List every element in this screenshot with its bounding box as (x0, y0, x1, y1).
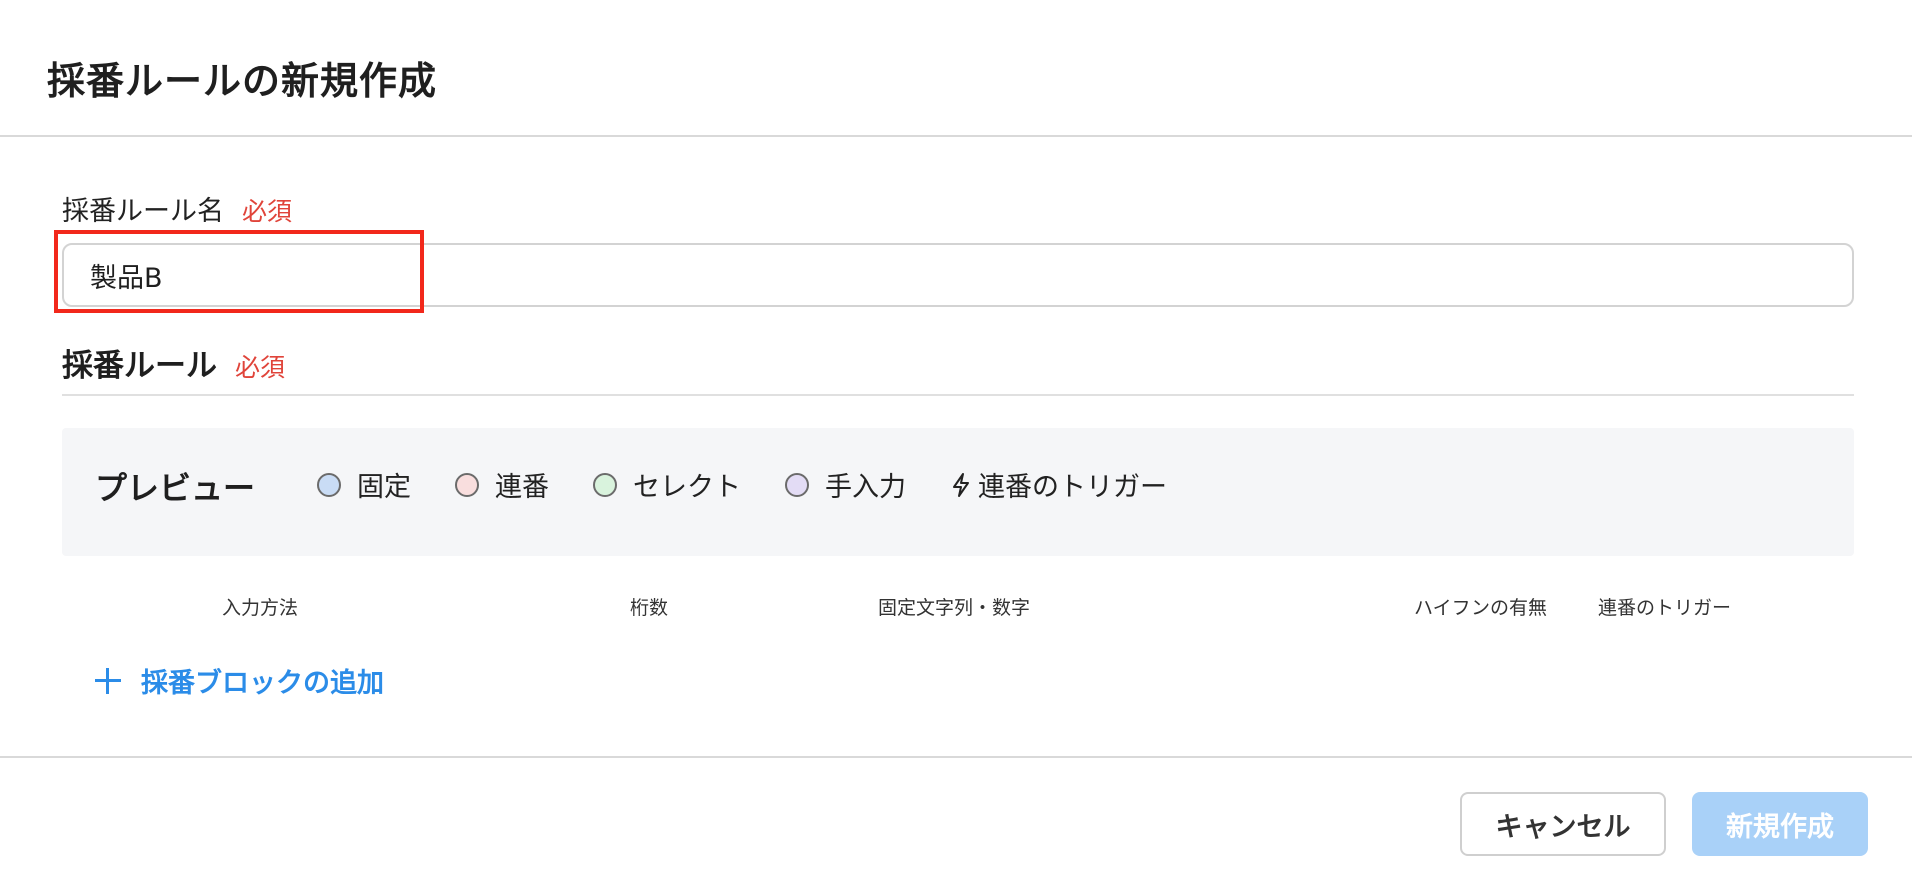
lightning-bolt-icon (953, 472, 969, 497)
dialog-footer: キャンセル 新規作成 (0, 756, 1912, 882)
rule-name-required-badge: 必須 (242, 197, 293, 226)
legend-item-manual: 手入力 (785, 465, 906, 504)
section-divider (62, 394, 1854, 396)
create-button[interactable]: 新規作成 (1692, 792, 1868, 856)
legend-item-sequence: 連番 (455, 465, 549, 504)
legend-label-manual: 手入力 (825, 472, 906, 503)
column-header-trigger: 連番のトリガー (1598, 597, 1732, 619)
dialog-header: 採番ルールの新規作成 (0, 0, 1912, 137)
legend-item-trigger: 連番のトリガー (950, 465, 1167, 504)
plus-icon (95, 667, 121, 694)
column-header-fixed-string: 固定文字列・数字 (878, 597, 1031, 619)
preview-legend: 固定 連番 セレクト 手入力 連番のトリガー (317, 465, 1211, 504)
legend-dot-manual (785, 472, 809, 497)
preview-title: プレビュー (95, 469, 256, 507)
rule-name-label-row: 採番ルール名 必須 (62, 189, 292, 228)
rule-create-dialog: 採番ルールの新規作成 採番ルール名 必須 採番ルール 必須 プレビュー 固定 連… (0, 0, 1912, 882)
rule-section-title: 採番ルール (62, 348, 217, 384)
legend-dot-sequence (455, 472, 479, 497)
rule-section-required-badge: 必須 (235, 353, 286, 382)
legend-label-trigger: 連番のトリガー (978, 472, 1167, 503)
column-header-hyphen: ハイフンの有無 (1414, 597, 1548, 619)
add-block-label: 採番ブロックの追加 (141, 668, 384, 699)
preview-panel: プレビュー 固定 連番 セレクト 手入力 連番のトリガー (62, 428, 1854, 556)
dialog-body: 採番ルール名 必須 採番ルール 必須 プレビュー 固定 連番 (0, 137, 1912, 757)
add-block-button[interactable]: 採番ブロックの追加 (95, 661, 384, 700)
legend-label-fixed: 固定 (357, 472, 411, 503)
legend-item-select: セレクト (593, 465, 741, 504)
dialog-title: 採番ルールの新規作成 (47, 59, 438, 103)
column-header-digits: 桁数 (630, 597, 669, 619)
legend-label-select: セレクト (633, 472, 741, 503)
legend-dot-select (593, 472, 617, 497)
block-table-header: 入力方法 桁数 固定文字列・数字 ハイフンの有無 連番のトリガー (0, 593, 1912, 623)
legend-dot-fixed (317, 472, 341, 497)
rule-section-header: 採番ルール 必須 (62, 340, 285, 385)
rule-name-input[interactable] (62, 243, 1854, 307)
legend-item-fixed: 固定 (317, 465, 411, 504)
cancel-button[interactable]: キャンセル (1460, 792, 1666, 856)
column-header-input-method: 入力方法 (222, 597, 299, 619)
rule-name-label: 採番ルール名 (62, 196, 224, 227)
legend-label-sequence: 連番 (495, 472, 549, 503)
